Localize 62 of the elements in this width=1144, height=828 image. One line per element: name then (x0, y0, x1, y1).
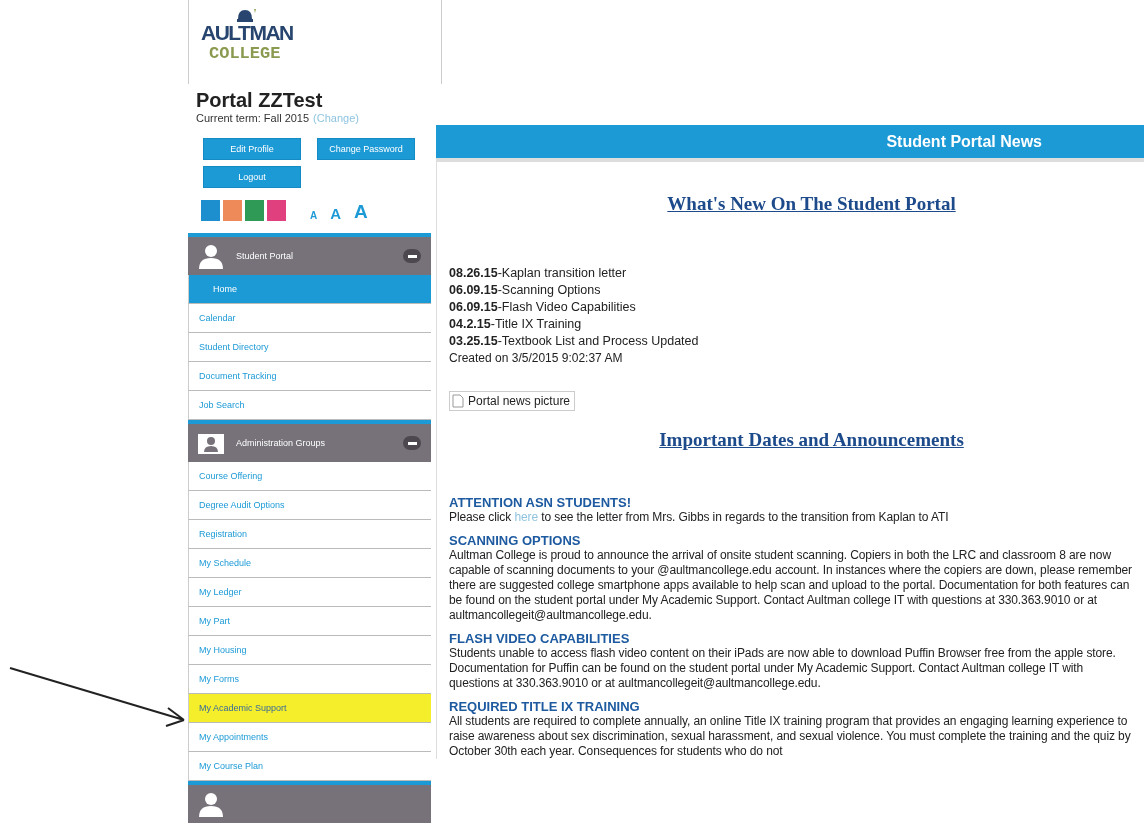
collapse-icon[interactable] (403, 436, 421, 450)
image-alt-text: Portal news picture (468, 394, 571, 408)
group-title: Student Portal (236, 251, 295, 261)
font-size-link[interactable]: A (310, 211, 318, 221)
current-term: Current term: Fall 2015 (196, 112, 310, 124)
news-item: 06.09.15-Flash Video Capabilities (449, 299, 637, 316)
admin-folder-icon (198, 432, 224, 454)
sidebar-item[interactable]: Document Tracking (188, 362, 431, 391)
portal-button[interactable]: Change Password (317, 138, 415, 160)
change-term-link[interactable]: (Change) (313, 112, 359, 124)
bell-icon (235, 8, 257, 22)
group-header[interactable]: Administration Groups (188, 420, 431, 462)
sidebar-item[interactable]: Course Offering (188, 462, 431, 491)
announcement-title: REQUIRED TITLE IX TRAINING (449, 699, 641, 714)
font-size-link[interactable]: A (330, 206, 342, 221)
sidebar-item[interactable]: My Schedule (188, 549, 431, 578)
portal-button[interactable]: Logout (203, 166, 301, 188)
logo-subtext: COLLEGE (209, 44, 282, 64)
theme-swatch[interactable] (267, 200, 286, 221)
announcement-text: Aultman College is proud to announce the arrival of onsite student scanning. Copiers in both the LRC and classroom 8 are now capable of scanning documents to your @aultmancollege.edu account. In instances where the copiers are down, please remember there are suggested college smartphone apps available to help scan and upload to the portal. Documentation for both features can be found on the student portal under My Academic Support. Contact Aultman college IT with questions at 330.363.9010 or at aultmancollegeit@aultmancollege.edu. (449, 548, 1133, 623)
sidebar-item[interactable]: My Ledger (188, 578, 431, 607)
sidebar-item[interactable]: Job Search (188, 391, 431, 420)
sidebar-item[interactable]: My Housing (188, 636, 431, 665)
announcement-title: SCANNING OPTIONS (449, 533, 582, 548)
person-icon (198, 791, 224, 817)
font-size-link[interactable]: A (354, 202, 368, 221)
news-item: 04.2.15-Title IX Training (449, 316, 583, 333)
sidebar-item[interactable]: Student Directory (188, 333, 431, 362)
sidebar-item[interactable]: My Part (188, 607, 431, 636)
news-item: 06.09.15-Scanning Options (449, 282, 602, 299)
portal-button[interactable]: Edit Profile (203, 138, 301, 160)
theme-swatch[interactable] (201, 200, 220, 221)
news-header: Student Portal News (436, 125, 1144, 162)
logo-text: AULTMAN (201, 22, 294, 44)
person-icon (198, 243, 224, 269)
collapse-icon[interactable] (403, 249, 421, 263)
group-header[interactable]: Student Portal (188, 233, 431, 275)
news-item: 03.25.15-Textbook List and Process Updated (449, 333, 700, 350)
announcement-text: Please click here to see the letter from Mrs. Gibbs in regards to the transition from Kaplan to ATI (449, 510, 950, 525)
sidebar-item[interactable]: My Appointments (188, 723, 431, 752)
news-item: 08.26.15-Kaplan transition letter (449, 265, 628, 282)
theme-swatch[interactable] (223, 200, 242, 221)
sidebar-item[interactable]: My Course Plan (188, 752, 431, 781)
group-title: Administration Groups (236, 438, 327, 448)
group-header[interactable] (188, 781, 431, 823)
sidebar-item[interactable]: Degree Audit Options (188, 491, 431, 520)
letter-link[interactable]: here (514, 510, 539, 524)
announcement-text: Students unable to access flash video content on their iPads are now able to download Puffin Browser free from the apple store. Documentation for Puffin can be found on the student portal under My Academic Support. Contact Aultman college IT with questions at 330.363.9010 or at aultmancollegeit@aultmancollege.edu. (449, 646, 1117, 691)
announcement-text: All students are required to complete annually, an online Title IX training program that provides an engaging learning experience to raise awareness about sex discrimination, sexual harassment, and sexual violence. You must complete the training and the quiz by October 30th each year. Consequences for students who do not (449, 714, 1132, 759)
announcement-title: FLASH VIDEO CAPABILITIES (449, 631, 631, 646)
sidebar-item[interactable]: My Academic Support (188, 694, 431, 723)
sidebar-item[interactable]: Calendar (188, 304, 431, 333)
sidebar-item[interactable]: Registration (188, 520, 431, 549)
portal-title: Portal ZZTest (195, 88, 324, 112)
sidebar-item[interactable]: My Forms (188, 665, 431, 694)
created-date: Created on 3/5/2015 9:02:37 AM (449, 350, 624, 367)
theme-swatch[interactable] (245, 200, 264, 221)
announcement-title: ATTENTION ASN STUDENTS! (449, 495, 632, 510)
sidebar-item[interactable]: Home (188, 275, 431, 304)
announcements-heading-link[interactable]: Important Dates and Announcements (659, 429, 964, 451)
broken-image-icon (452, 394, 464, 408)
news-heading-link[interactable]: What's New On The Student Portal (667, 193, 956, 215)
